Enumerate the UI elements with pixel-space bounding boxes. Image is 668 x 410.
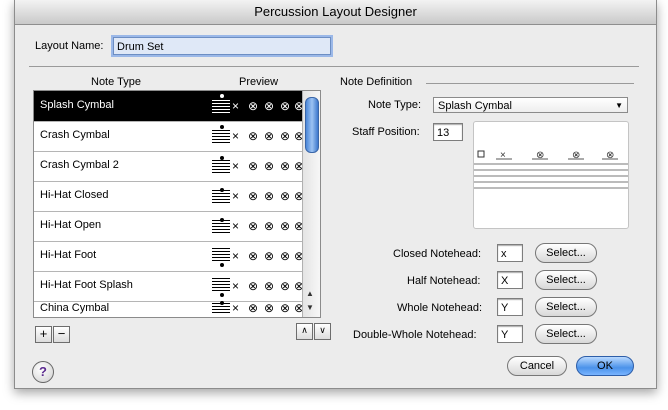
note-type-popup[interactable]: Splash Cymbal ▼ [433,97,628,113]
group-separator [426,83,634,84]
layout-name-field[interactable]: Drum Set [113,37,331,55]
staff-position-label: Staff Position: [352,126,420,138]
separator [29,66,639,67]
staff-preview: × ⊗ ⊗ ⊗ [473,121,629,229]
ok-button[interactable]: OK [576,356,634,376]
whole-notehead-field[interactable]: Y [497,298,523,316]
double-whole-notehead-select-button[interactable]: Select... [535,324,597,344]
popup-arrow-icon: ▼ [615,101,623,110]
scrollbar-thumb[interactable] [305,97,319,153]
list-item[interactable]: Hi-Hat Open × ⊗ ⊗ ⊗ ⊗ [34,211,304,242]
preview-glyphs: × ⊗ ⊗ ⊗ ⊗ [208,244,304,268]
column-header-note-type[interactable]: Note Type [91,76,141,88]
half-notehead-field[interactable]: X [497,271,523,289]
dialog-window: Percussion Layout Designer Layout Name: … [14,0,657,389]
list-item[interactable]: Splash Cymbal × ⊗ ⊗ ⊗ ⊗ [34,91,304,122]
list-item[interactable]: Hi-Hat Closed × ⊗ ⊗ ⊗ ⊗ [34,181,304,212]
add-button[interactable]: + [35,326,52,343]
list-item[interactable]: Crash Cymbal × ⊗ ⊗ ⊗ ⊗ [34,121,304,152]
preview-glyphs: × ⊗ ⊗ ⊗ ⊗ [208,301,304,317]
list-item[interactable]: China Cymbal × ⊗ ⊗ ⊗ ⊗ [34,301,304,317]
list-item[interactable]: Crash Cymbal 2 × ⊗ ⊗ ⊗ ⊗ [34,151,304,182]
move-down-button[interactable]: ∨ [314,323,331,340]
note-type-label: Note Type: [368,99,421,111]
title-bar: Percussion Layout Designer [15,0,656,25]
layout-name-label: Layout Name: [35,40,104,52]
column-header-preview[interactable]: Preview [239,76,278,88]
move-up-button[interactable]: ∧ [296,323,313,340]
preview-glyphs: × ⊗ ⊗ ⊗ ⊗ [208,154,304,178]
staff-preview-graphic: × ⊗ ⊗ ⊗ [474,150,628,189]
preview-glyphs: × ⊗ ⊗ ⊗ ⊗ [208,124,304,148]
note-type-label: Splash Cymbal [40,99,114,111]
scroll-up-arrow-icon[interactable]: ▲ [306,289,314,298]
preview-glyphs: × ⊗ ⊗ ⊗ ⊗ [208,94,304,118]
note-type-label: Hi-Hat Foot Splash [40,279,133,291]
note-type-list[interactable]: Splash Cymbal × ⊗ ⊗ ⊗ ⊗ Crash Cymbal × ⊗… [33,90,321,318]
list-scrollbar[interactable]: ▲ ▼ [302,91,320,317]
list-item[interactable]: Hi-Hat Foot Splash × ⊗ ⊗ ⊗ ⊗ [34,271,304,302]
chevron-down-icon: ∨ [319,325,326,335]
half-notehead-select-button[interactable]: Select... [535,270,597,290]
staff-position-field[interactable]: 13 [433,123,463,141]
cancel-button[interactable]: Cancel [507,356,567,376]
whole-notehead-label: Whole Notehead: [397,302,482,314]
help-button[interactable]: ? [32,361,54,383]
closed-notehead-field[interactable]: x [497,244,523,262]
scroll-down-arrow-icon[interactable]: ▼ [306,303,314,312]
note-type-label: Crash Cymbal [40,129,110,141]
chevron-up-icon: ∧ [301,325,308,335]
whole-notehead-select-button[interactable]: Select... [535,297,597,317]
note-type-label: Crash Cymbal 2 [40,159,119,171]
double-whole-notehead-label: Double-Whole Notehead: [353,329,477,341]
preview-glyphs: × ⊗ ⊗ ⊗ ⊗ [208,274,304,298]
note-type-label: Hi-Hat Foot [40,249,97,261]
note-type-label: China Cymbal [40,302,110,314]
remove-button[interactable]: − [53,326,70,343]
preview-glyphs: × ⊗ ⊗ ⊗ ⊗ [208,214,304,238]
closed-notehead-label: Closed Notehead: [393,248,482,260]
list-item[interactable]: Hi-Hat Foot × ⊗ ⊗ ⊗ ⊗ [34,241,304,272]
note-type-label: Hi-Hat Open [40,219,102,231]
window-title: Percussion Layout Designer [254,4,417,19]
note-definition-label: Note Definition [340,76,413,88]
closed-notehead-select-button[interactable]: Select... [535,243,597,263]
note-type-label: Hi-Hat Closed [40,189,109,201]
half-notehead-label: Half Notehead: [407,275,481,287]
preview-glyphs: × ⊗ ⊗ ⊗ ⊗ [208,184,304,208]
double-whole-notehead-field[interactable]: Y [497,325,523,343]
